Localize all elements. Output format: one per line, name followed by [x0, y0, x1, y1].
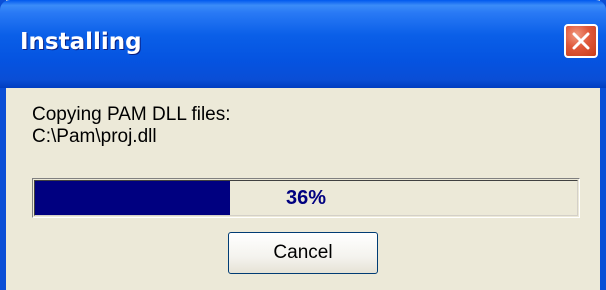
installing-dialog: Installing Copying PAM DLL files: C:\Pam… [0, 0, 606, 290]
cancel-button[interactable]: Cancel [228, 232, 378, 274]
status-line-1: Copying PAM DLL files: [32, 104, 231, 125]
window-title: Installing [20, 29, 142, 55]
title-bar[interactable]: Installing [0, 0, 606, 88]
status-message: Copying PAM DLL files: C:\Pam\proj.dll [32, 104, 231, 148]
current-file-path: C:\Pam\proj.dll [32, 126, 157, 147]
progress-track: 36% [34, 180, 578, 216]
progress-percent: 36% [285, 186, 327, 209]
progress-bar: 36% [32, 178, 580, 218]
close-icon [572, 32, 590, 50]
dialog-content: Copying PAM DLL files: C:\Pam\proj.dll 3… [6, 88, 600, 290]
close-button[interactable] [564, 24, 598, 58]
